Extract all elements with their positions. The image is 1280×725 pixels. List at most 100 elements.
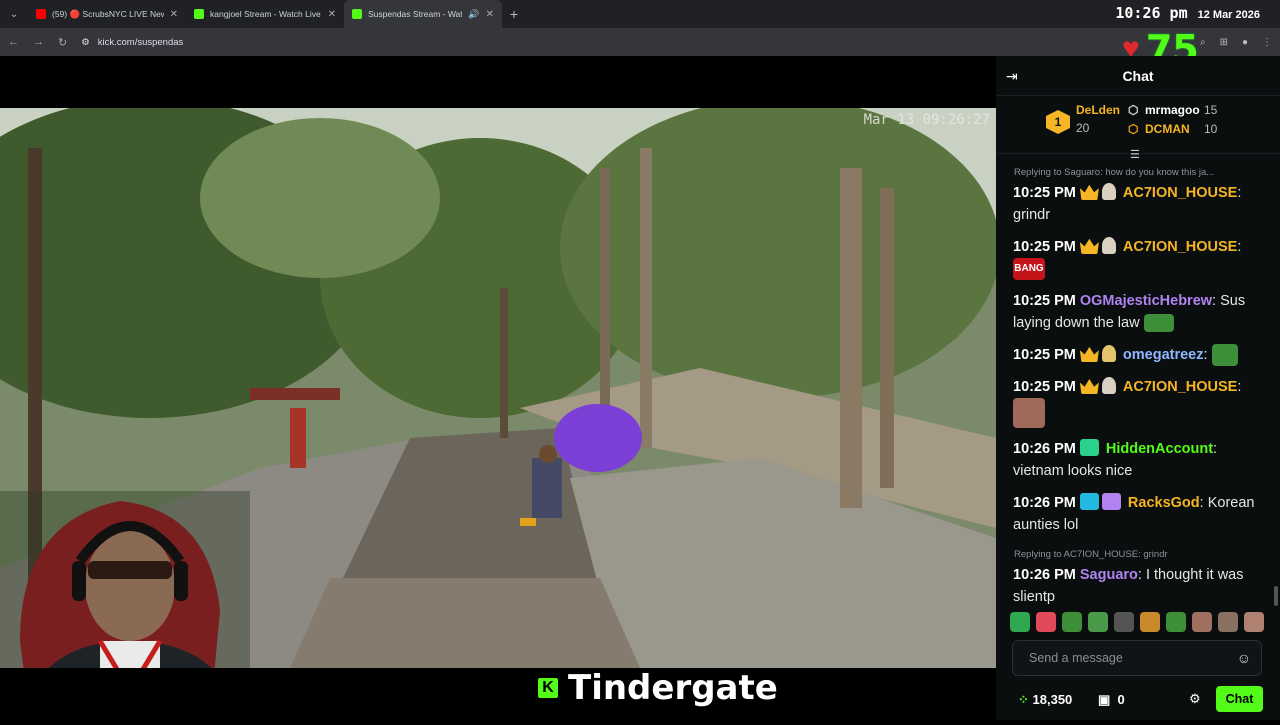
message-time: 10:26 PM (1013, 567, 1076, 584)
message-username[interactable]: AC7ION_HOUSE (1123, 239, 1237, 255)
emote-icon[interactable] (1192, 612, 1212, 632)
tab-title: kangjoel Stream - Watch Live o (210, 9, 322, 19)
points-value: 18,350 (1032, 692, 1073, 707)
reply-context[interactable]: Replying to Saguaro: how do you know thi… (996, 164, 1280, 182)
message-username[interactable]: RacksGod (1128, 495, 1200, 511)
speaker-icon[interactable]: 🔊 (468, 9, 479, 20)
close-tab-icon[interactable]: ✕ (328, 9, 336, 20)
expand-pinned-icon[interactable]: ☰ (1130, 148, 1140, 161)
stream-player[interactable]: Mar 13 09:26:27 K Tindergate (0, 56, 996, 720)
leader-second-name[interactable]: mrmagoo (1145, 103, 1200, 117)
message-username[interactable]: OGMajesticHebrew (1080, 293, 1212, 309)
message-username[interactable]: Saguaro (1080, 567, 1138, 583)
chat-message: 10:25 PM AC7ION_HOUSE: grindr (1013, 183, 1242, 223)
gift-icon: ▣ (1098, 692, 1114, 707)
chat-message-input[interactable] (1013, 641, 1223, 675)
gift-subs[interactable]: ▣ 0 (1098, 692, 1125, 708)
chat-title: Chat (1122, 68, 1154, 84)
url-field[interactable]: ⚙ kick.com/suspendas (81, 37, 1186, 48)
message-username[interactable]: HiddenAccount (1106, 441, 1213, 457)
gift-leaderboard: 1 DeLden 20 ⬡ mrmagoo 15 ⬡ DCMAN 10 ☰ (996, 96, 1280, 161)
crown-badge-icon (1079, 184, 1099, 200)
url-text: kick.com/suspendas (97, 36, 184, 48)
emoji-picker-icon[interactable]: ☺ (1237, 650, 1251, 666)
profile-icon[interactable]: ● (1242, 37, 1248, 48)
tab-kangjoel[interactable]: kangjoel Stream - Watch Live o ✕ (186, 0, 344, 28)
bang-emote-icon: BANG (1013, 258, 1045, 281)
leader-third-name[interactable]: DCMAN (1145, 122, 1190, 136)
message-username[interactable]: AC7ION_HOUSE (1123, 185, 1237, 201)
emote-icon[interactable] (1036, 612, 1056, 632)
clock-overlay: 10:26 pm 12 Mar 2026 (1115, 4, 1260, 22)
message-text: grindr (1013, 207, 1051, 223)
menu-icon[interactable]: ⋮ (1262, 37, 1272, 48)
reload-icon[interactable]: ↻ (58, 36, 67, 49)
message-username[interactable]: AC7ION_HOUSE (1123, 379, 1237, 395)
pepe-emote-icon (1211, 344, 1238, 367)
crown-badge-icon (1079, 238, 1099, 254)
emote-icon[interactable] (1010, 612, 1030, 632)
back-icon[interactable]: ← (8, 36, 19, 48)
clock-time: 10:26 pm (1115, 4, 1188, 22)
message-time: 10:25 PM (1013, 185, 1076, 201)
pepe-emote-icon (1143, 314, 1174, 333)
chat-message: 10:25 PM OGMajesticHebrew: Sus laying dow… (1013, 293, 1246, 333)
message-time: 10:26 PM (1013, 441, 1076, 458)
chat-message: 10:25 PM AC7ION_HOUSE: BANG (996, 236, 1280, 281)
forward-icon[interactable]: → (33, 36, 44, 48)
chat-message: 10:25 PM AC7ION_HOUSE: (996, 376, 1280, 429)
message-time: 10:25 PM (1013, 293, 1076, 310)
gift-badge-icon (1079, 439, 1099, 457)
message-time: 10:25 PM (1013, 347, 1076, 364)
shield-icon: ⬡ (1128, 103, 1139, 117)
send-chat-button[interactable]: Chat (1216, 686, 1263, 712)
emote-icon[interactable] (1218, 612, 1238, 632)
clock-date: 12 Mar 2026 (1197, 9, 1260, 21)
message-text: vietnam looks nice (1013, 463, 1133, 480)
leader-first-count: 20 (1076, 121, 1090, 135)
tab-scrubsnyc[interactable]: (59) 🔴 ScrubsNYC LIVE New Y ✕ (28, 0, 186, 28)
gift-badge-icon (1101, 493, 1121, 511)
chat-input-box[interactable]: ☺ (1012, 640, 1262, 676)
brand-name: Tindergate (568, 668, 778, 708)
avatar-badge-icon (1101, 237, 1116, 254)
message-username[interactable]: omegatreez (1123, 347, 1204, 363)
tab-suspendas[interactable]: Suspendas Stream - Watch 🔊 ✕ (344, 0, 502, 28)
leader-first-name[interactable]: DeLden (1076, 103, 1120, 117)
leader-second-count: 15 (1204, 103, 1218, 117)
emote-icon[interactable] (1114, 612, 1134, 632)
extensions-icon[interactable]: ⊞ (1220, 37, 1228, 48)
chat-footer: ⁘ 18,350 ▣ 0 ⚙ Chat (996, 686, 1280, 714)
emote-icon[interactable] (1140, 612, 1160, 632)
zoom-icon[interactable]: ⌕ (1200, 37, 1206, 48)
new-tab-button[interactable]: + (502, 6, 526, 22)
emote-icon[interactable] (1244, 612, 1264, 632)
close-tab-icon[interactable]: ✕ (170, 9, 178, 20)
chat-messages: Replying to Saguaro: how do you know thi… (996, 164, 1280, 608)
browser-tab-bar: ⌄ (59) 🔴 ScrubsNYC LIVE New Y ✕ kangjoel… (0, 0, 1280, 28)
youtube-favicon-icon (36, 9, 46, 19)
chat-panel: ⇥ Chat 1 DeLden 20 ⬡ mrmagoo 15 ⬡ DCMAN … (996, 56, 1280, 720)
kick-logo-icon: K (538, 678, 558, 698)
tab-search-icon[interactable]: ⌄ (0, 0, 28, 28)
chat-header: ⇥ Chat (996, 56, 1280, 96)
tab-title: (59) 🔴 ScrubsNYC LIVE New Y (52, 8, 164, 19)
chat-settings-icon[interactable]: ⚙ (1189, 691, 1201, 707)
channel-points[interactable]: ⁘ 18,350 (1018, 692, 1072, 708)
chat-scrollbar[interactable] (1274, 586, 1278, 606)
reply-context[interactable]: Replying to AC7ION_HOUSE: grindr (996, 546, 1280, 564)
chat-message: 10:26 PM RacksGod: Korean aunties lol (1013, 493, 1255, 534)
emote-icon[interactable] (1062, 612, 1082, 632)
kick-favicon-icon (352, 9, 362, 19)
leader-third-count: 10 (1204, 122, 1218, 136)
rank-badge: 1 (1046, 110, 1070, 134)
message-time: 10:25 PM (1013, 379, 1076, 396)
og-badge-icon (1079, 493, 1099, 511)
emote-icon[interactable] (1088, 612, 1108, 632)
face-emote-icon (1013, 398, 1045, 429)
close-tab-icon[interactable]: ✕ (486, 9, 494, 20)
site-info-icon[interactable]: ⚙ (81, 37, 90, 48)
gift-count: 0 (1117, 692, 1125, 707)
emote-icon[interactable] (1166, 612, 1186, 632)
crown-badge-icon (1079, 346, 1099, 363)
